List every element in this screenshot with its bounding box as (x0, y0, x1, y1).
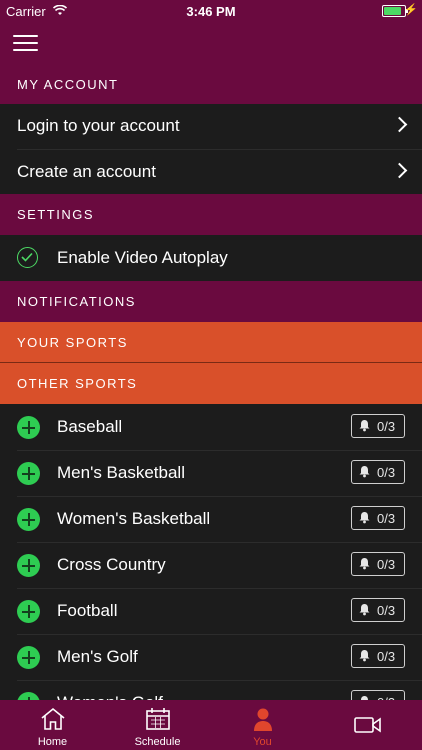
bell-icon (358, 603, 371, 619)
tab-label: You (253, 736, 272, 748)
add-circle-icon[interactable] (17, 646, 40, 669)
add-circle-icon[interactable] (17, 462, 40, 485)
section-title: YOUR SPORTS (17, 335, 128, 350)
alert-count: 0/3 (377, 419, 396, 434)
home-icon (40, 707, 66, 736)
person-icon (250, 707, 276, 738)
tab-you[interactable]: You (210, 700, 315, 750)
checkmark-circle-icon[interactable] (17, 247, 38, 268)
tab-label: Home (37, 736, 68, 748)
sport-row-baseball[interactable]: Baseball 0/3 (0, 404, 422, 450)
autoplay-row[interactable]: Enable Video Autoplay (0, 235, 422, 281)
section-title: OTHER SPORTS (17, 376, 138, 391)
calendar-icon (145, 707, 171, 736)
sport-name: Women's Basketball (57, 509, 211, 528)
bell-icon (358, 649, 371, 665)
add-circle-icon[interactable] (17, 416, 40, 439)
bell-icon (358, 511, 371, 527)
bell-icon (358, 419, 371, 435)
sport-name: Baseball (57, 417, 123, 436)
sport-row-mens-basketball[interactable]: Men's Basketball 0/3 (0, 450, 422, 496)
alert-count: 0/3 (377, 465, 396, 480)
autoplay-label: Enable Video Autoplay (57, 248, 228, 267)
tab-schedule[interactable]: Schedule (105, 700, 210, 750)
sport-row-womens-basketball[interactable]: Women's Basketball 0/3 (0, 496, 422, 542)
tab-home[interactable]: Home (0, 700, 105, 750)
sport-row-football[interactable]: Football 0/3 (0, 588, 422, 634)
bell-icon (358, 465, 371, 481)
sport-name: Men's Golf (57, 647, 138, 666)
hamburger-menu-icon[interactable] (13, 35, 38, 53)
clock: 3:46 PM (186, 4, 236, 19)
login-row[interactable]: Login to your account (0, 104, 422, 149)
sport-name: Men's Basketball (57, 463, 185, 482)
alert-count: 0/3 (377, 557, 396, 572)
section-other-sports: OTHER SPORTS (0, 363, 422, 404)
sport-row-cross-country[interactable]: Cross Country 0/3 (0, 542, 422, 588)
alert-count: 0/3 (377, 649, 396, 664)
notification-badge[interactable]: 0/3 (351, 506, 405, 530)
chevron-right-icon (391, 116, 408, 133)
bell-icon (358, 557, 371, 573)
notification-badge[interactable]: 0/3 (351, 644, 405, 668)
alert-count: 0/3 (377, 603, 396, 618)
alert-count: 0/3 (377, 511, 396, 526)
status-bar: Carrier 3:46 PM ⚡ (0, 0, 422, 22)
add-circle-icon[interactable] (17, 600, 40, 623)
notification-badge[interactable]: 0/3 (351, 552, 405, 576)
chevron-right-icon (391, 162, 408, 179)
top-header (0, 22, 422, 64)
add-circle-icon[interactable] (17, 554, 40, 577)
tab-label: Schedule (134, 736, 181, 748)
section-title: NOTIFICATIONS (17, 294, 136, 309)
create-account-label: Create an account (17, 162, 156, 181)
sport-name: Football (57, 601, 118, 620)
battery-icon (382, 5, 408, 17)
section-notifications: NOTIFICATIONS (0, 281, 422, 322)
section-settings: SETTINGS (0, 194, 422, 235)
video-camera-icon (353, 716, 382, 739)
add-circle-icon[interactable] (17, 508, 40, 531)
section-title: MY ACCOUNT (17, 77, 119, 92)
notification-badge[interactable]: 0/3 (351, 460, 405, 484)
charging-icon: ⚡ (404, 4, 418, 16)
tab-video[interactable] (315, 700, 420, 750)
notification-badge[interactable]: 0/3 (351, 414, 405, 438)
section-your-sports: YOUR SPORTS (0, 322, 422, 362)
sport-row-mens-golf[interactable]: Men's Golf 0/3 (0, 634, 422, 680)
bottom-tab-bar: Home Schedule You (0, 700, 422, 750)
section-title: SETTINGS (17, 207, 95, 222)
notification-badge[interactable]: 0/3 (351, 598, 405, 622)
login-label: Login to your account (17, 116, 180, 135)
section-my-account: MY ACCOUNT (0, 64, 422, 104)
sport-name: Cross Country (57, 555, 166, 574)
create-account-row[interactable]: Create an account (0, 150, 422, 194)
